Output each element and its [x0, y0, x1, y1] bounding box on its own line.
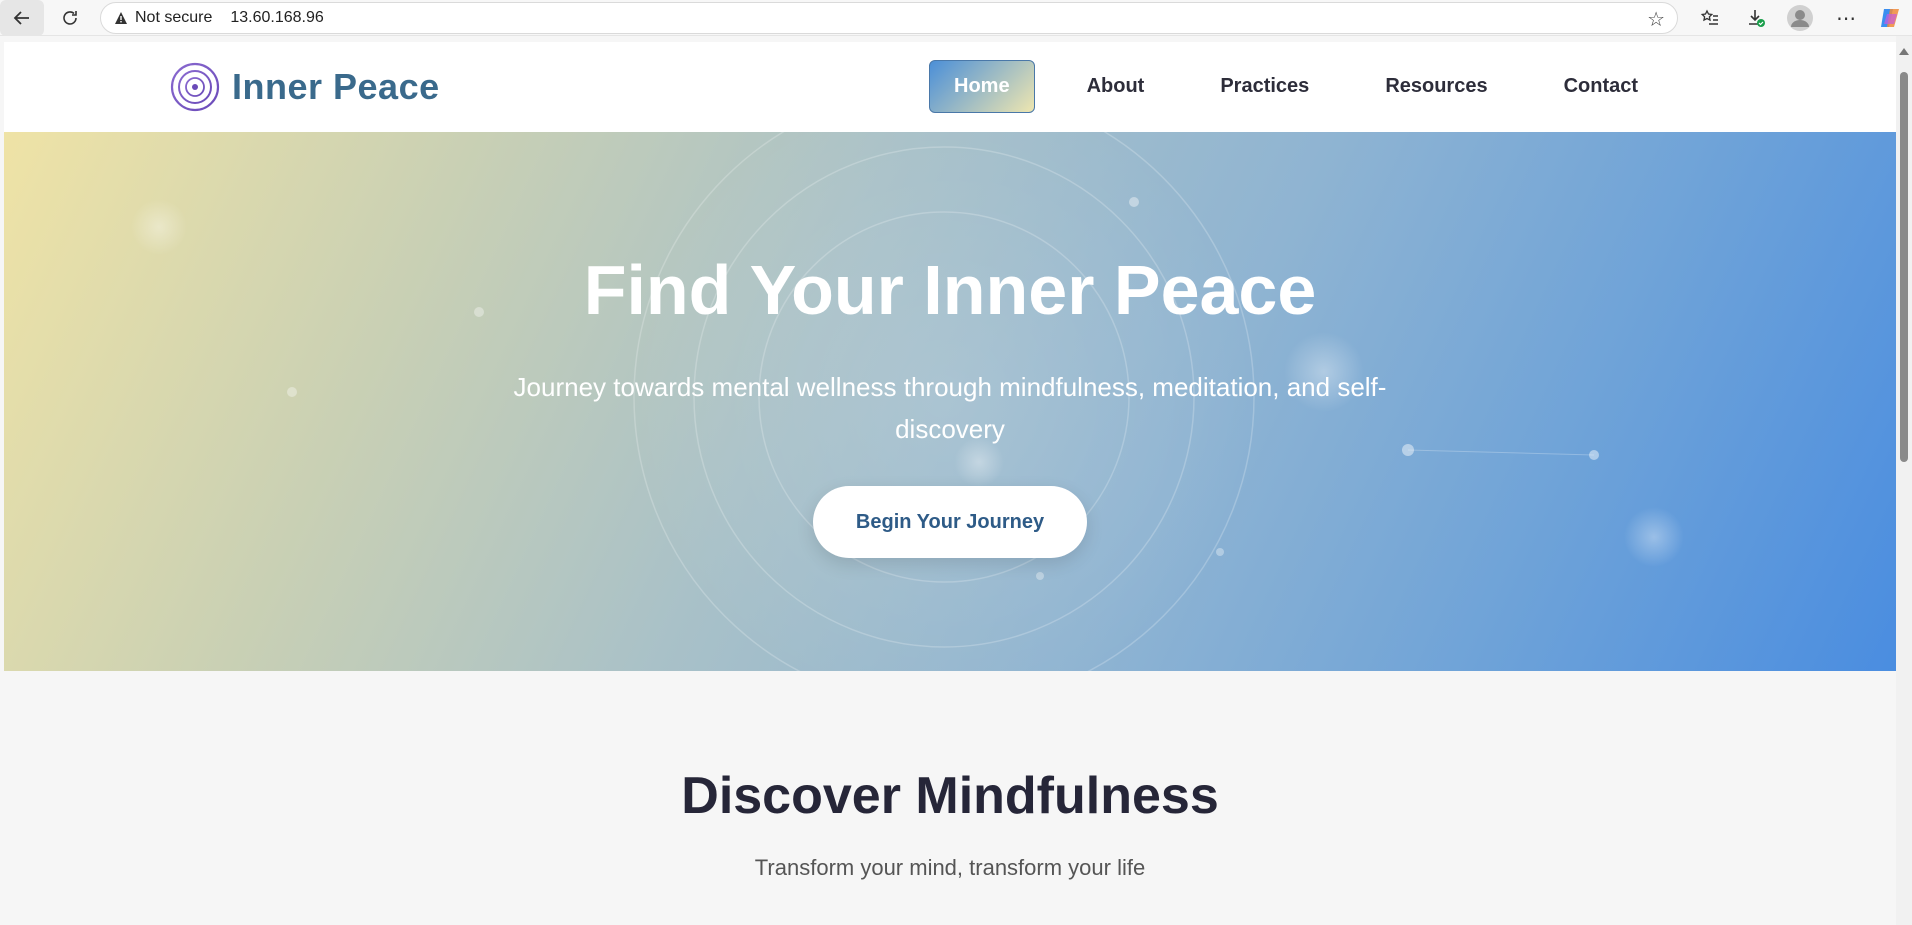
section-title: Discover Mindfulness [681, 767, 1219, 825]
section-subtitle: Transform your mind, transform your life [754, 855, 1146, 880]
logo-text: Inner Peace [232, 66, 440, 107]
hero-section: Find Your Inner Peace Journey towards me… [4, 132, 1896, 671]
profile-avatar-icon[interactable] [1780, 0, 1820, 36]
scroll-up-arrow-icon[interactable] [1899, 48, 1909, 55]
favorites-icon[interactable] [1690, 0, 1730, 36]
site-header: Inner Peace Home About Practices Resourc… [4, 42, 1896, 132]
browser-toolbar: Not secure 13.60.168.96 ☆ ⋯ [0, 0, 1912, 36]
discover-section: Discover Mindfulness Transform your mind… [4, 671, 1896, 925]
reload-button[interactable] [50, 0, 90, 36]
security-label[interactable]: Not secure [135, 9, 212, 27]
begin-journey-button[interactable]: Begin Your Journey [813, 486, 1087, 558]
address-bar[interactable]: Not secure 13.60.168.96 ☆ [100, 2, 1678, 34]
nav-practices[interactable]: Practices [1196, 61, 1333, 112]
reload-icon [63, 10, 77, 25]
concentric-circles-logo-icon [170, 62, 220, 112]
nav-contact[interactable]: Contact [1540, 61, 1662, 112]
back-arrow-icon [13, 10, 29, 25]
back-button[interactable] [0, 0, 44, 36]
more-menu-icon[interactable]: ⋯ [1826, 0, 1866, 36]
nav-resources[interactable]: Resources [1361, 61, 1511, 112]
main-nav: Home About Practices Resources Contact [929, 60, 1690, 113]
url-text[interactable]: 13.60.168.96 [230, 9, 323, 27]
web-page: Inner Peace Home About Practices Resourc… [4, 42, 1896, 925]
nav-home[interactable]: Home [929, 60, 1035, 113]
downloads-icon[interactable] [1736, 0, 1776, 36]
logo[interactable]: Inner Peace [170, 62, 440, 112]
favorite-star-icon[interactable]: ☆ [1647, 7, 1665, 32]
warning-icon [113, 10, 129, 26]
hero-title: Find Your Inner Peace [583, 251, 1317, 329]
page-scrollbar[interactable] [1896, 36, 1912, 925]
nav-about[interactable]: About [1063, 61, 1169, 112]
hero-subtitle: Journey towards mental wellness through … [513, 372, 1387, 444]
scroll-thumb[interactable] [1900, 72, 1908, 462]
copilot-icon[interactable] [1870, 0, 1910, 36]
